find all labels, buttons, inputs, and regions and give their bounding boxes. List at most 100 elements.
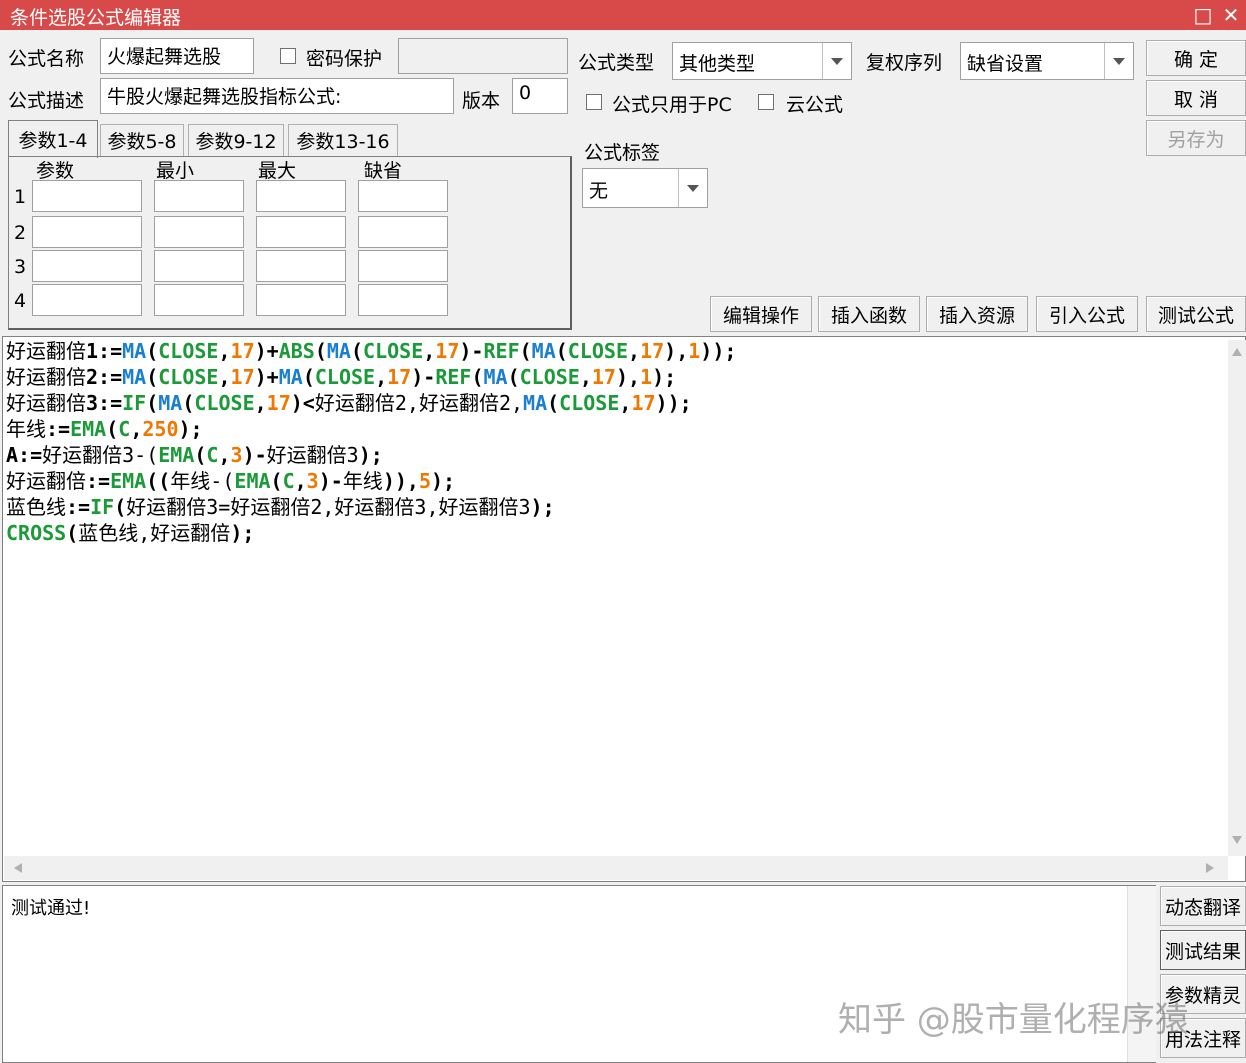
edit-operation-button[interactable]: 编辑操作 (710, 296, 812, 332)
code-token: )- (242, 443, 267, 467)
param-row-number: 2 (14, 222, 27, 244)
scroll-down-icon[interactable] (1232, 836, 1242, 844)
import-formula-button[interactable]: 引入公式 (1036, 296, 1138, 332)
test-result-button[interactable]: 测试结果 (1160, 930, 1246, 970)
restore-select[interactable]: 缺省设置 (960, 42, 1134, 80)
code-token: )- (318, 469, 343, 493)
code-token: , (218, 443, 231, 467)
insert-function-button[interactable]: 插入函数 (818, 296, 920, 332)
code-token: ( (314, 339, 327, 363)
formula-desc-label: 公式描述 (8, 90, 85, 112)
output-message: 测试通过! (11, 898, 91, 919)
code-token: 1:= (86, 339, 123, 363)
scroll-right-icon[interactable] (1206, 863, 1214, 873)
param-header-default: 缺省 (364, 160, 403, 182)
code-token: 250 (142, 417, 179, 441)
cancel-button[interactable]: 取 消 (1146, 80, 1246, 116)
code-token: := (46, 417, 71, 441)
code-token: 好运翻倍2,好运翻倍2, (314, 391, 524, 415)
formula-type-select[interactable]: 其他类型 (672, 42, 852, 80)
code-token: CLOSE (158, 339, 219, 363)
version-input[interactable]: 0 (512, 78, 568, 114)
dynamic-translate-button[interactable]: 动态翻译 (1160, 886, 1246, 926)
ok-button[interactable]: 确 定 (1146, 40, 1246, 76)
code-token: 好运翻倍3=好运翻倍2,好运翻倍3,好运翻倍3 (126, 495, 531, 519)
chevron-down-icon[interactable] (1104, 43, 1133, 79)
param-3-name[interactable] (32, 250, 142, 282)
insert-resource-button[interactable]: 插入资源 (926, 296, 1028, 332)
code-token: ); (431, 469, 456, 493)
code-token: C (118, 417, 131, 441)
formula-name-input[interactable]: 火爆起舞选股 (100, 38, 254, 74)
maximize-icon[interactable]: □ (1190, 2, 1216, 28)
formula-tag-select[interactable]: 无 (582, 168, 708, 208)
code-token: ( (106, 417, 119, 441)
code-line: 好运翻倍3:=IF(MA(CLOSE,17)<好运翻倍2,好运翻倍2,MA(CL… (6, 390, 736, 416)
code-token: , (628, 339, 641, 363)
formula-tag-value: 无 (589, 180, 609, 202)
tab-params-13-16[interactable]: 参数13-16 (288, 124, 398, 156)
code-token: ( (350, 339, 364, 363)
restore-value: 缺省设置 (967, 53, 1044, 75)
code-token: ); (178, 417, 203, 441)
tab-params-9-12[interactable]: 参数9-12 (188, 124, 284, 156)
code-token: 年线 (342, 469, 383, 493)
code-token: 3:= (86, 391, 123, 415)
formula-desc-input[interactable]: 牛股火爆起舞选股指标公式: (100, 78, 454, 114)
horizontal-scrollbar[interactable] (4, 856, 1228, 880)
param-1-max[interactable] (256, 180, 346, 212)
param-4-name[interactable] (32, 284, 142, 316)
test-formula-button[interactable]: 测试公式 (1146, 296, 1246, 332)
code-text[interactable]: 好运翻倍1:=MA(CLOSE,17)+ABS(MA(CLOSE,17)-REF… (6, 338, 736, 546)
code-token: )) (382, 469, 407, 493)
scroll-up-icon[interactable] (1232, 348, 1242, 356)
code-token: IF (122, 391, 147, 415)
param-1-name[interactable] (32, 180, 142, 212)
code-token: )); (655, 391, 692, 415)
code-token: CLOSE (158, 365, 219, 389)
chevron-down-icon[interactable] (678, 169, 707, 207)
param-3-default[interactable] (358, 250, 448, 282)
scroll-left-icon[interactable] (14, 863, 22, 873)
code-token: CLOSE (559, 391, 620, 415)
code-token: := (66, 495, 91, 519)
code-line: CROSS(蓝色线,好运翻倍); (6, 520, 736, 546)
tab-params-1-4[interactable]: 参数1-4 (8, 120, 98, 158)
password-checkbox[interactable] (280, 48, 296, 64)
param-3-max[interactable] (256, 250, 346, 282)
code-token: 17 (640, 339, 665, 363)
save-as-button[interactable]: 另存为 (1146, 120, 1246, 156)
param-2-min[interactable] (154, 216, 244, 248)
param-row-number: 1 (14, 186, 27, 208)
code-token: 5 (418, 469, 431, 493)
param-1-default[interactable] (358, 180, 448, 212)
chevron-down-icon[interactable] (822, 43, 851, 79)
password-input[interactable] (398, 38, 568, 74)
param-2-default[interactable] (358, 216, 448, 248)
param-2-max[interactable] (256, 216, 346, 248)
vertical-scrollbar[interactable] (1228, 340, 1246, 856)
code-token: 年线-( (170, 469, 235, 493)
param-1-min[interactable] (154, 180, 244, 212)
code-token: := (86, 469, 111, 493)
code-token: 17 (591, 365, 616, 389)
code-token: 1 (688, 339, 701, 363)
code-token: ( (547, 391, 560, 415)
cloud-checkbox[interactable] (758, 94, 774, 110)
code-token: ( (194, 443, 207, 467)
param-3-min[interactable] (154, 250, 244, 282)
param-row-number: 4 (14, 290, 27, 312)
code-token: 蓝色线 (6, 495, 66, 519)
tab-params-5-8[interactable]: 参数5-8 (100, 124, 184, 156)
code-token: 1 (640, 365, 653, 389)
pc-only-checkbox[interactable] (586, 94, 602, 110)
param-2-name[interactable] (32, 216, 142, 248)
close-icon[interactable]: ✕ (1218, 2, 1244, 28)
code-token: , (579, 365, 592, 389)
code-token: CLOSE (567, 339, 629, 363)
param-4-min[interactable] (154, 284, 244, 316)
window-title: 条件选股公式编辑器 (10, 7, 182, 29)
param-4-max[interactable] (256, 284, 346, 316)
code-line: 好运翻倍2:=MA(CLOSE,17)+MA(CLOSE,17)-REF(MA(… (6, 364, 736, 390)
param-4-default[interactable] (358, 284, 448, 316)
